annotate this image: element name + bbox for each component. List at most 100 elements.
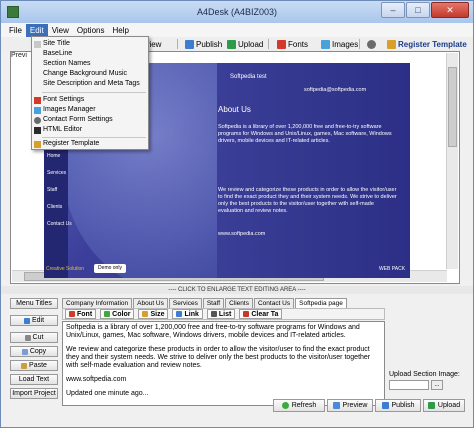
copy-label: Copy bbox=[29, 348, 47, 355]
load-text-button[interactable]: Load Text bbox=[10, 374, 58, 385]
size-button[interactable]: Size bbox=[138, 309, 169, 319]
menu-help[interactable]: Help bbox=[108, 24, 132, 37]
font-button[interactable]: Font bbox=[65, 309, 97, 319]
upload-toolbar-button[interactable]: Upload bbox=[223, 37, 267, 51]
tab-about-us[interactable]: About Us bbox=[133, 298, 168, 308]
menu-item-background-music[interactable]: Change Background Music bbox=[32, 69, 148, 79]
refresh-icon bbox=[281, 402, 289, 409]
menu-edit[interactable]: Edit bbox=[25, 23, 48, 37]
publish-icon bbox=[185, 39, 194, 49]
tab-contact-us[interactable]: Contact Us bbox=[253, 298, 295, 308]
paste-label: Paste bbox=[29, 362, 47, 369]
menu-item-font-settings[interactable]: Font Settings bbox=[32, 95, 148, 105]
edit-label: Edit bbox=[31, 317, 45, 324]
tab-clients[interactable]: Clients bbox=[225, 298, 253, 308]
menu-titles-label: Menu Titles bbox=[16, 300, 52, 307]
minimize-button[interactable]: – bbox=[381, 2, 405, 18]
text-editor[interactable]: Softpedia is a library of over 1,200,000… bbox=[62, 321, 385, 406]
editor-paragraph-3: www.softpedia.com bbox=[66, 376, 127, 383]
menu-separator bbox=[42, 92, 146, 93]
menu-item-section-names[interactable]: Section Names bbox=[32, 59, 148, 69]
list-icon bbox=[210, 311, 217, 317]
edit-menu-dropdown: Site Title BaseLine Section Names Change… bbox=[31, 36, 149, 150]
tab-company-information[interactable]: Company Information bbox=[62, 298, 133, 308]
key-icon bbox=[387, 39, 396, 49]
upload-section-image-field[interactable] bbox=[389, 380, 429, 390]
site-footer-left: Creative Solution bbox=[46, 266, 85, 272]
copy-button[interactable]: Copy bbox=[10, 346, 58, 357]
load-text-label: Load Text bbox=[18, 376, 50, 383]
fonts-icon bbox=[277, 39, 286, 49]
menu-bar: File Edit View Options Help bbox=[1, 23, 473, 37]
images-manager-icon bbox=[34, 107, 41, 114]
menu-item-contact-form[interactable]: Contact Form Settings bbox=[32, 115, 148, 125]
images-label: Images bbox=[332, 39, 359, 49]
font-label: Font bbox=[77, 310, 93, 318]
menu-item-register-template[interactable]: Register Template bbox=[32, 139, 148, 149]
site-title: Softpedia test bbox=[230, 74, 267, 80]
list-label: List bbox=[218, 310, 232, 318]
browse-image-button[interactable]: ... bbox=[431, 380, 443, 390]
color-button[interactable]: Color bbox=[100, 309, 135, 319]
menu-item-images-manager[interactable]: Images Manager bbox=[32, 105, 148, 115]
menu-titles-button[interactable]: Menu Titles bbox=[10, 298, 58, 309]
site-nav-services: Services bbox=[47, 170, 67, 176]
register-template-button[interactable]: Register Template bbox=[383, 37, 471, 51]
import-project-button[interactable]: Import Project bbox=[10, 388, 58, 399]
editor-paragraph-4: Updated one minute ago... bbox=[66, 390, 149, 397]
menu-item-label: Register Template bbox=[43, 140, 100, 147]
register-label: Register Template bbox=[398, 39, 467, 49]
publish-button[interactable]: Publish bbox=[375, 399, 421, 412]
close-button[interactable]: ✕ bbox=[431, 2, 469, 18]
menu-options[interactable]: Options bbox=[73, 24, 109, 37]
menu-view[interactable]: View bbox=[48, 24, 73, 37]
preview-pane-label: Previ bbox=[11, 52, 27, 59]
site-heading: About Us bbox=[218, 105, 251, 114]
preview-button-label: Preview bbox=[342, 402, 368, 409]
site-footer-right: WEB PACK bbox=[379, 266, 406, 272]
menu-separator bbox=[42, 137, 146, 138]
clear-icon bbox=[243, 311, 250, 317]
color-label: Color bbox=[112, 310, 131, 318]
section-tabs: Company Information About Us Services St… bbox=[62, 298, 348, 309]
fonts-toolbar-button[interactable]: Fonts bbox=[273, 37, 312, 51]
menu-item-label: HTML Editor bbox=[43, 126, 83, 133]
site-paragraph-1: Softpedia is a library of over 1,200,000… bbox=[218, 124, 392, 144]
list-button[interactable]: List bbox=[206, 309, 236, 319]
menu-item-baseline[interactable]: BaseLine bbox=[32, 49, 148, 59]
link-label: Link bbox=[184, 310, 199, 318]
title-bar[interactable]: A4Desk (A4BIZ003) – □ ✕ bbox=[1, 1, 473, 23]
demo-badge: Demo only bbox=[94, 264, 126, 273]
tab-services[interactable]: Services bbox=[168, 298, 202, 308]
menu-item-label: Section Names bbox=[43, 60, 91, 67]
paste-icon bbox=[21, 362, 28, 369]
copy-icon bbox=[21, 348, 28, 355]
menu-item-html-editor[interactable]: HTML Editor bbox=[32, 125, 148, 135]
preview-button[interactable]: Preview bbox=[327, 399, 373, 412]
tab-staff[interactable]: Staff bbox=[202, 298, 225, 308]
settings-toolbar-button[interactable] bbox=[363, 37, 380, 51]
menu-file[interactable]: File bbox=[5, 24, 26, 37]
site-nav-contact: Contact Us bbox=[47, 221, 72, 227]
editor-toolbar: Font Color Size Link List Clear Ta bbox=[62, 308, 385, 320]
vertical-scrollbar[interactable] bbox=[446, 53, 458, 269]
clear-label: Clear Ta bbox=[251, 310, 279, 318]
publish-toolbar-button[interactable]: Publish bbox=[181, 37, 226, 51]
edit-icon bbox=[23, 317, 30, 324]
paste-button[interactable]: Paste bbox=[10, 360, 58, 371]
site-nav-staff: Staff bbox=[47, 187, 58, 193]
images-toolbar-button[interactable]: Images bbox=[317, 37, 362, 51]
upload-icon bbox=[227, 39, 236, 49]
menu-item-site-title[interactable]: Site Title bbox=[32, 39, 148, 49]
upload-button[interactable]: Upload bbox=[423, 399, 465, 412]
refresh-button[interactable]: Refresh bbox=[273, 399, 325, 412]
menu-item-site-description[interactable]: Site Description and Meta Tags bbox=[32, 79, 148, 89]
fonts-label: Fonts bbox=[288, 39, 309, 49]
upload-label: Upload bbox=[238, 39, 264, 49]
enlarge-editor-bar[interactable]: ---- CLICK TO ENLARGE TEXT EDITING AREA … bbox=[1, 286, 473, 294]
edit-button[interactable]: Edit bbox=[10, 315, 58, 326]
maximize-button[interactable]: □ bbox=[406, 2, 430, 18]
clear-tags-button[interactable]: Clear Ta bbox=[239, 309, 283, 319]
link-button[interactable]: Link bbox=[172, 309, 203, 319]
cut-button[interactable]: Cut bbox=[10, 332, 58, 343]
